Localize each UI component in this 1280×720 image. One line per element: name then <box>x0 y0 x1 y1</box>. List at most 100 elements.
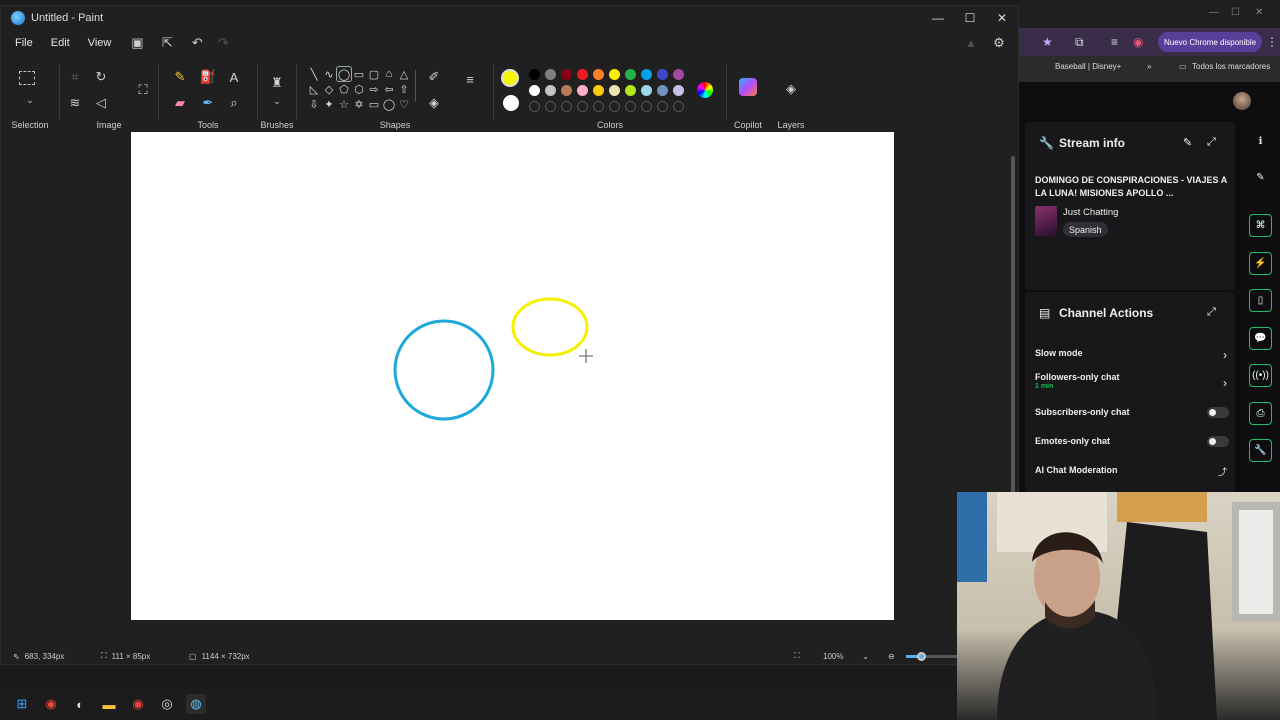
save-icon[interactable]: ▣ <box>126 32 148 54</box>
custom-color-slot[interactable] <box>529 101 540 112</box>
five-point-star-shape-icon[interactable]: ☆ <box>337 97 351 111</box>
windows-start-icon[interactable]: ⊞ <box>12 694 32 714</box>
language-tag[interactable]: Spanish <box>1063 222 1108 237</box>
chrome-profile-taskbar-icon[interactable]: ◉ <box>128 694 148 714</box>
maximize-button[interactable]: ☐ <box>954 6 986 30</box>
rotate-icon[interactable]: ↻ <box>90 66 112 88</box>
menu-edit[interactable]: Edit <box>42 37 79 49</box>
palette-swatch[interactable] <box>609 69 620 80</box>
zoom-out-icon[interactable]: ⊖ <box>888 652 895 661</box>
custom-color-slot[interactable] <box>577 101 588 112</box>
account-icon[interactable]: ▴ <box>960 32 982 54</box>
crop-icon[interactable]: ⌗ <box>64 66 86 88</box>
palette-swatch[interactable] <box>673 85 684 96</box>
popout-icon[interactable]: ⤢ <box>1207 306 1216 319</box>
edit-icon[interactable]: ✎ <box>1249 166 1272 189</box>
magnifier-icon[interactable]: ⌕ <box>223 92 245 114</box>
chevron-down-icon[interactable]: ⌄ <box>266 90 288 112</box>
chrome-close-icon[interactable]: ✕ <box>1255 7 1263 18</box>
custom-color-slot[interactable] <box>545 101 556 112</box>
oval-shape-icon[interactable]: ◯ <box>336 66 352 82</box>
callout-oval-shape-icon[interactable]: ◯ <box>382 97 396 111</box>
extensions-icon[interactable]: ⧉ <box>1075 35 1084 50</box>
six-point-star-shape-icon[interactable]: ✡ <box>352 97 366 111</box>
close-button[interactable]: ✕ <box>986 6 1018 30</box>
menu-file[interactable]: File <box>6 37 42 49</box>
outline-icon[interactable]: ✐ <box>423 66 445 88</box>
pentagon-shape-icon[interactable]: ⬠ <box>337 82 351 96</box>
rectangle-select-icon[interactable] <box>19 71 35 85</box>
clip-icon[interactable]: ⌘ <box>1249 214 1272 237</box>
chrome-maximize-icon[interactable]: ☐ <box>1231 7 1240 18</box>
bookmarks-overflow[interactable]: » <box>1147 62 1151 71</box>
ai-moderation-row[interactable]: AI Chat Moderation ⤴ <box>1035 465 1231 477</box>
steam-taskbar-icon[interactable]: ◐ <box>70 694 90 714</box>
wrench-icon[interactable]: 🔧 <box>1249 439 1272 462</box>
custom-color-slot[interactable] <box>561 101 572 112</box>
eraser-icon[interactable]: ▰ <box>169 92 191 114</box>
followers-only-row[interactable]: Followers-only chat 1 min › <box>1035 372 1231 390</box>
palette-swatch[interactable] <box>529 69 540 80</box>
palette-swatch[interactable] <box>545 85 556 96</box>
resize-icon[interactable]: ≋ <box>64 92 86 114</box>
printer-icon[interactable]: ⎙ <box>1249 402 1272 425</box>
fill-bucket-icon[interactable]: ⛽ <box>197 66 219 88</box>
right-arrow-shape-icon[interactable]: ⇨ <box>367 82 381 96</box>
chrome-update-button[interactable]: Nuevo Chrome disponible <box>1158 32 1263 52</box>
category-name[interactable]: Just Chatting <box>1063 207 1118 218</box>
info-icon[interactable]: ℹ <box>1249 130 1272 153</box>
left-arrow-shape-icon[interactable]: ⇦ <box>382 82 396 96</box>
palette-swatch[interactable] <box>577 69 588 80</box>
custom-color-slot[interactable] <box>657 101 668 112</box>
palette-swatch[interactable] <box>529 85 540 96</box>
chrome-minimize-icon[interactable]: — <box>1209 7 1219 18</box>
subscribers-only-toggle[interactable] <box>1207 407 1229 418</box>
rounded-rectangle-shape-icon[interactable]: ▢ <box>367 67 381 81</box>
palette-swatch[interactable] <box>545 69 556 80</box>
chrome-menu-icon[interactable]: ⋮ <box>1266 35 1278 49</box>
fill-icon[interactable]: ◈ <box>423 92 445 114</box>
secondary-color-swatch[interactable] <box>503 95 519 111</box>
all-bookmarks[interactable]: Todos los marcadores <box>1192 62 1270 71</box>
color-picker-icon[interactable]: ✒ <box>197 92 219 114</box>
redo-icon[interactable]: ↷ <box>212 32 234 54</box>
obs-taskbar-icon[interactable]: ◎ <box>157 694 177 714</box>
palette-swatch[interactable] <box>657 85 668 96</box>
rectangle-shape-icon[interactable]: ▭ <box>352 67 366 81</box>
custom-color-slot[interactable] <box>593 101 604 112</box>
broadcast-icon[interactable]: ((•)) <box>1249 364 1272 387</box>
chevron-down-icon[interactable]: ⌄ <box>19 89 41 111</box>
text-icon[interactable]: A <box>223 66 245 88</box>
polygon-shape-icon[interactable]: ⌂ <box>382 67 396 81</box>
layers-icon[interactable]: ◈ <box>780 78 802 100</box>
palette-swatch[interactable] <box>609 85 620 96</box>
slow-mode-row[interactable]: Slow mode › <box>1035 348 1231 362</box>
flip-icon[interactable]: ◁ <box>90 92 112 114</box>
popout-icon[interactable]: ⤢ <box>1207 136 1216 149</box>
bookmark-baseball[interactable]: Baseball | Disney+ <box>1055 62 1121 71</box>
four-point-star-shape-icon[interactable]: ✦ <box>322 97 336 111</box>
callout-rect-shape-icon[interactable]: ▭ <box>367 97 381 111</box>
palette-swatch[interactable] <box>625 69 636 80</box>
menu-view[interactable]: View <box>79 37 121 49</box>
palette-swatch[interactable] <box>641 85 652 96</box>
paint-taskbar-icon[interactable]: ◍ <box>186 694 206 714</box>
undo-icon[interactable]: ↶ <box>186 32 208 54</box>
edit-pencil-icon[interactable]: ✎ <box>1183 136 1192 149</box>
minimize-button[interactable]: — <box>922 6 954 30</box>
document-icon[interactable]: ▯ <box>1249 289 1272 312</box>
right-triangle-shape-icon[interactable]: ◺ <box>307 82 321 96</box>
zoom-select[interactable]: 100% ⌄ <box>817 648 875 664</box>
image-select-icon[interactable]: ⛶ <box>132 79 154 101</box>
palette-swatch[interactable] <box>625 85 636 96</box>
palette-swatch[interactable] <box>673 69 684 80</box>
palette-swatch[interactable] <box>593 85 604 96</box>
size-icon[interactable]: ≡ <box>459 68 481 90</box>
diamond-shape-icon[interactable]: ◇ <box>322 82 336 96</box>
chat-bubble-icon[interactable]: 💬 <box>1249 327 1272 350</box>
custom-color-slot[interactable] <box>673 101 684 112</box>
palette-swatch[interactable] <box>577 85 588 96</box>
curve-shape-icon[interactable]: ∿ <box>322 67 336 81</box>
line-shape-icon[interactable]: ╲ <box>307 67 321 81</box>
fit-to-window-icon[interactable]: ⛶ <box>794 651 800 661</box>
